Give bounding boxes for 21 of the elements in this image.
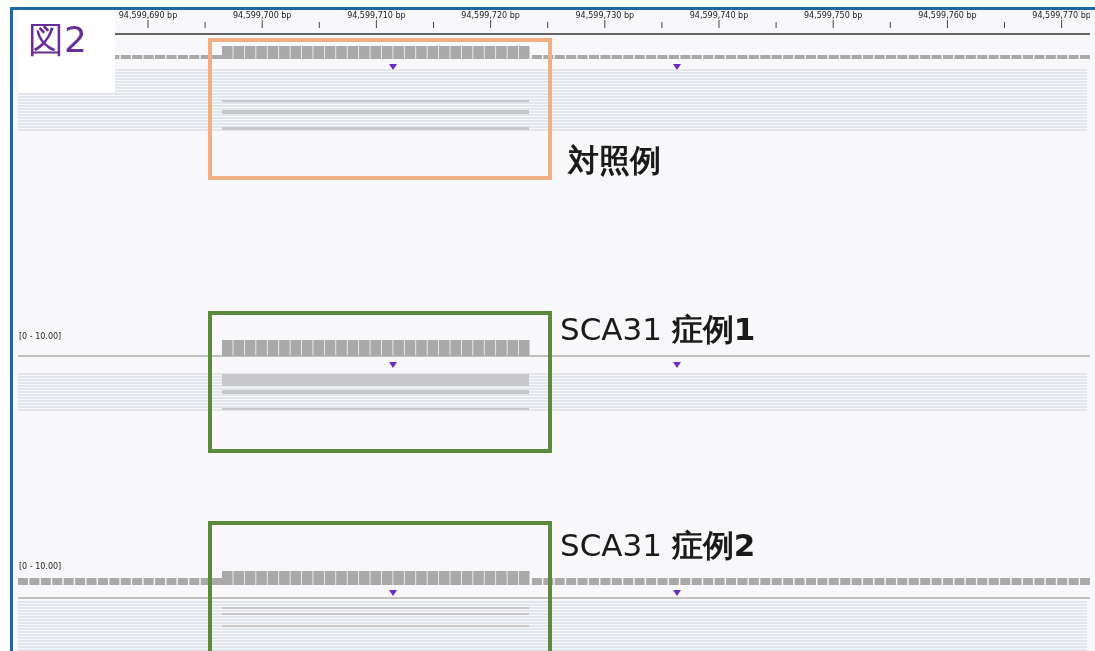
tick-label: 94,599,710 bp xyxy=(347,11,406,20)
tick-label: 94,599,720 bp xyxy=(461,11,520,20)
annotation-label: 対照例 xyxy=(568,141,661,180)
tick-label: 94,599,740 bp xyxy=(689,11,749,20)
annotation-label: SCA31 症例2 xyxy=(560,526,756,565)
tick-label: 94,599,750 bp xyxy=(803,11,863,20)
insertion-marker-icon xyxy=(389,362,397,368)
range-label: [0 - 10.00] xyxy=(19,562,62,571)
tick-label: 94,599,770 bp xyxy=(1032,11,1090,20)
tick-label: 94,599,700 bp xyxy=(232,11,292,20)
tick-label: 94,599,730 bp xyxy=(575,11,635,20)
tick-label: 94,599,760 bp xyxy=(918,11,977,20)
insertion-marker-icon xyxy=(673,362,681,368)
insertion-marker-icon xyxy=(673,590,681,596)
insertion-marker-icon xyxy=(389,64,397,70)
range-label: [0 - 10.00] xyxy=(19,332,62,341)
insertion-marker-icon xyxy=(673,64,681,70)
annotation-label: SCA31 症例1 xyxy=(560,310,756,349)
insertion-marker-icon xyxy=(389,590,397,596)
tick-label: 94,599,690 bp xyxy=(118,11,178,20)
figure-label: 図2 xyxy=(28,22,87,58)
